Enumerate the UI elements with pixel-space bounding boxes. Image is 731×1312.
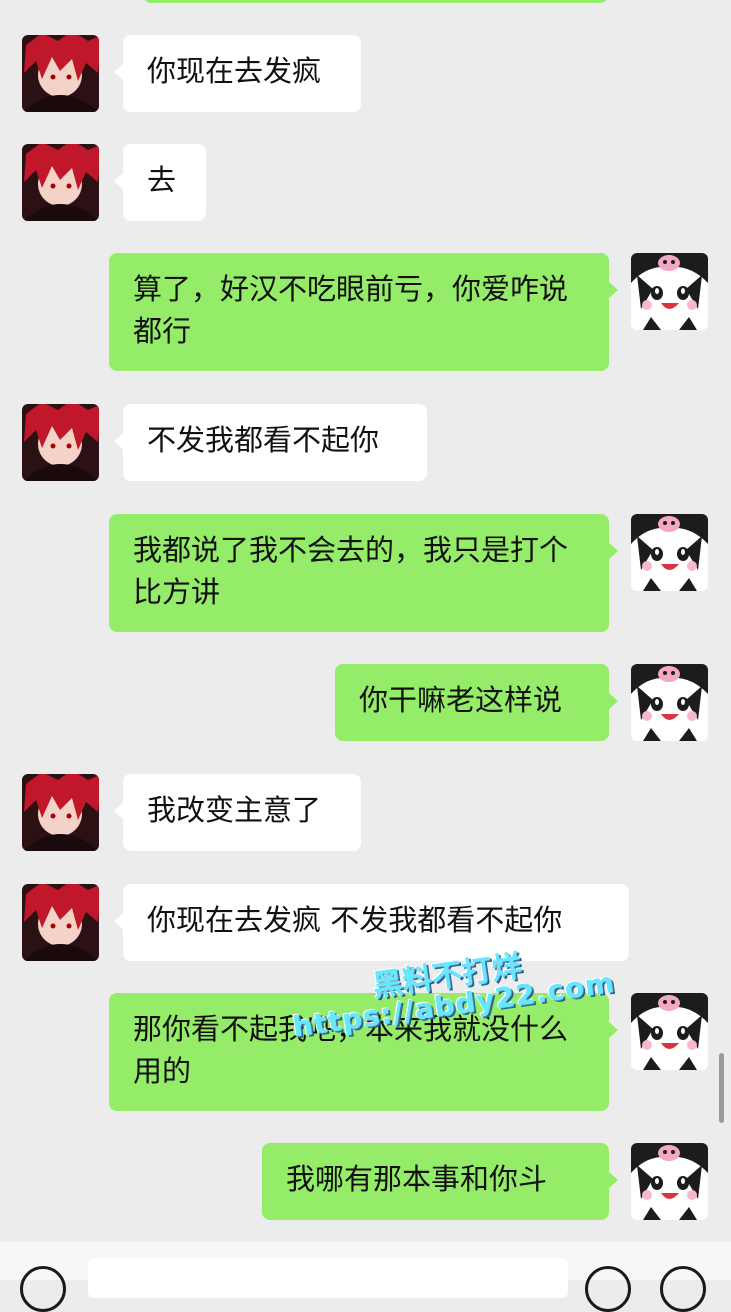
message-row: 我哪有那本事和你斗 — [0, 1143, 731, 1220]
message-row: 你现在去发疯 — [0, 35, 731, 112]
self-avatar[interactable] — [631, 664, 708, 741]
contact-avatar[interactable] — [22, 884, 99, 961]
message-row: 那你看不起我吧，本来我就没什么用的 — [0, 993, 731, 1111]
incoming-message-bubble[interactable]: 你现在去发疯 — [114, 35, 361, 112]
message-row: 去 — [0, 144, 731, 221]
scrollbar[interactable] — [719, 1053, 724, 1123]
previous-message-bubble — [143, 0, 608, 3]
outgoing-message-bubble[interactable]: 那你看不起我吧，本来我就没什么用的 — [109, 993, 618, 1111]
incoming-message-bubble[interactable]: 我改变主意了 — [114, 774, 361, 851]
contact-avatar[interactable] — [22, 35, 99, 112]
incoming-message-bubble[interactable]: 去 — [114, 144, 206, 221]
outgoing-message-bubble[interactable]: 我都说了我不会去的，我只是打个比方讲 — [109, 514, 618, 632]
message-input[interactable] — [88, 1258, 568, 1298]
self-avatar[interactable] — [631, 514, 708, 591]
message-row: 我都说了我不会去的，我只是打个比方讲 — [0, 514, 731, 632]
message-row: 你现在去发疯 不发我都看不起你 — [0, 884, 731, 961]
self-avatar[interactable] — [631, 253, 708, 330]
emoji-icon[interactable] — [585, 1266, 631, 1312]
voice-icon[interactable] — [20, 1266, 66, 1312]
outgoing-message-bubble[interactable]: 你干嘛老这样说 — [335, 664, 618, 741]
message-row: 我改变主意了 — [0, 774, 731, 851]
incoming-message-bubble[interactable]: 你现在去发疯 不发我都看不起你 — [114, 884, 629, 961]
contact-avatar[interactable] — [22, 404, 99, 481]
contact-avatar[interactable] — [22, 774, 99, 851]
message-row: 不发我都看不起你 — [0, 404, 731, 481]
outgoing-message-bubble[interactable]: 算了，好汉不吃眼前亏，你爱咋说都行 — [109, 253, 618, 371]
self-avatar[interactable] — [631, 993, 708, 1070]
message-row: 你干嘛老这样说 — [0, 664, 731, 741]
plus-icon[interactable] — [660, 1266, 706, 1312]
self-avatar[interactable] — [631, 1143, 708, 1220]
contact-avatar[interactable] — [22, 144, 99, 221]
outgoing-message-bubble[interactable]: 我哪有那本事和你斗 — [262, 1143, 618, 1220]
message-row: 算了，好汉不吃眼前亏，你爱咋说都行 — [0, 253, 731, 371]
incoming-message-bubble[interactable]: 不发我都看不起你 — [114, 404, 427, 481]
